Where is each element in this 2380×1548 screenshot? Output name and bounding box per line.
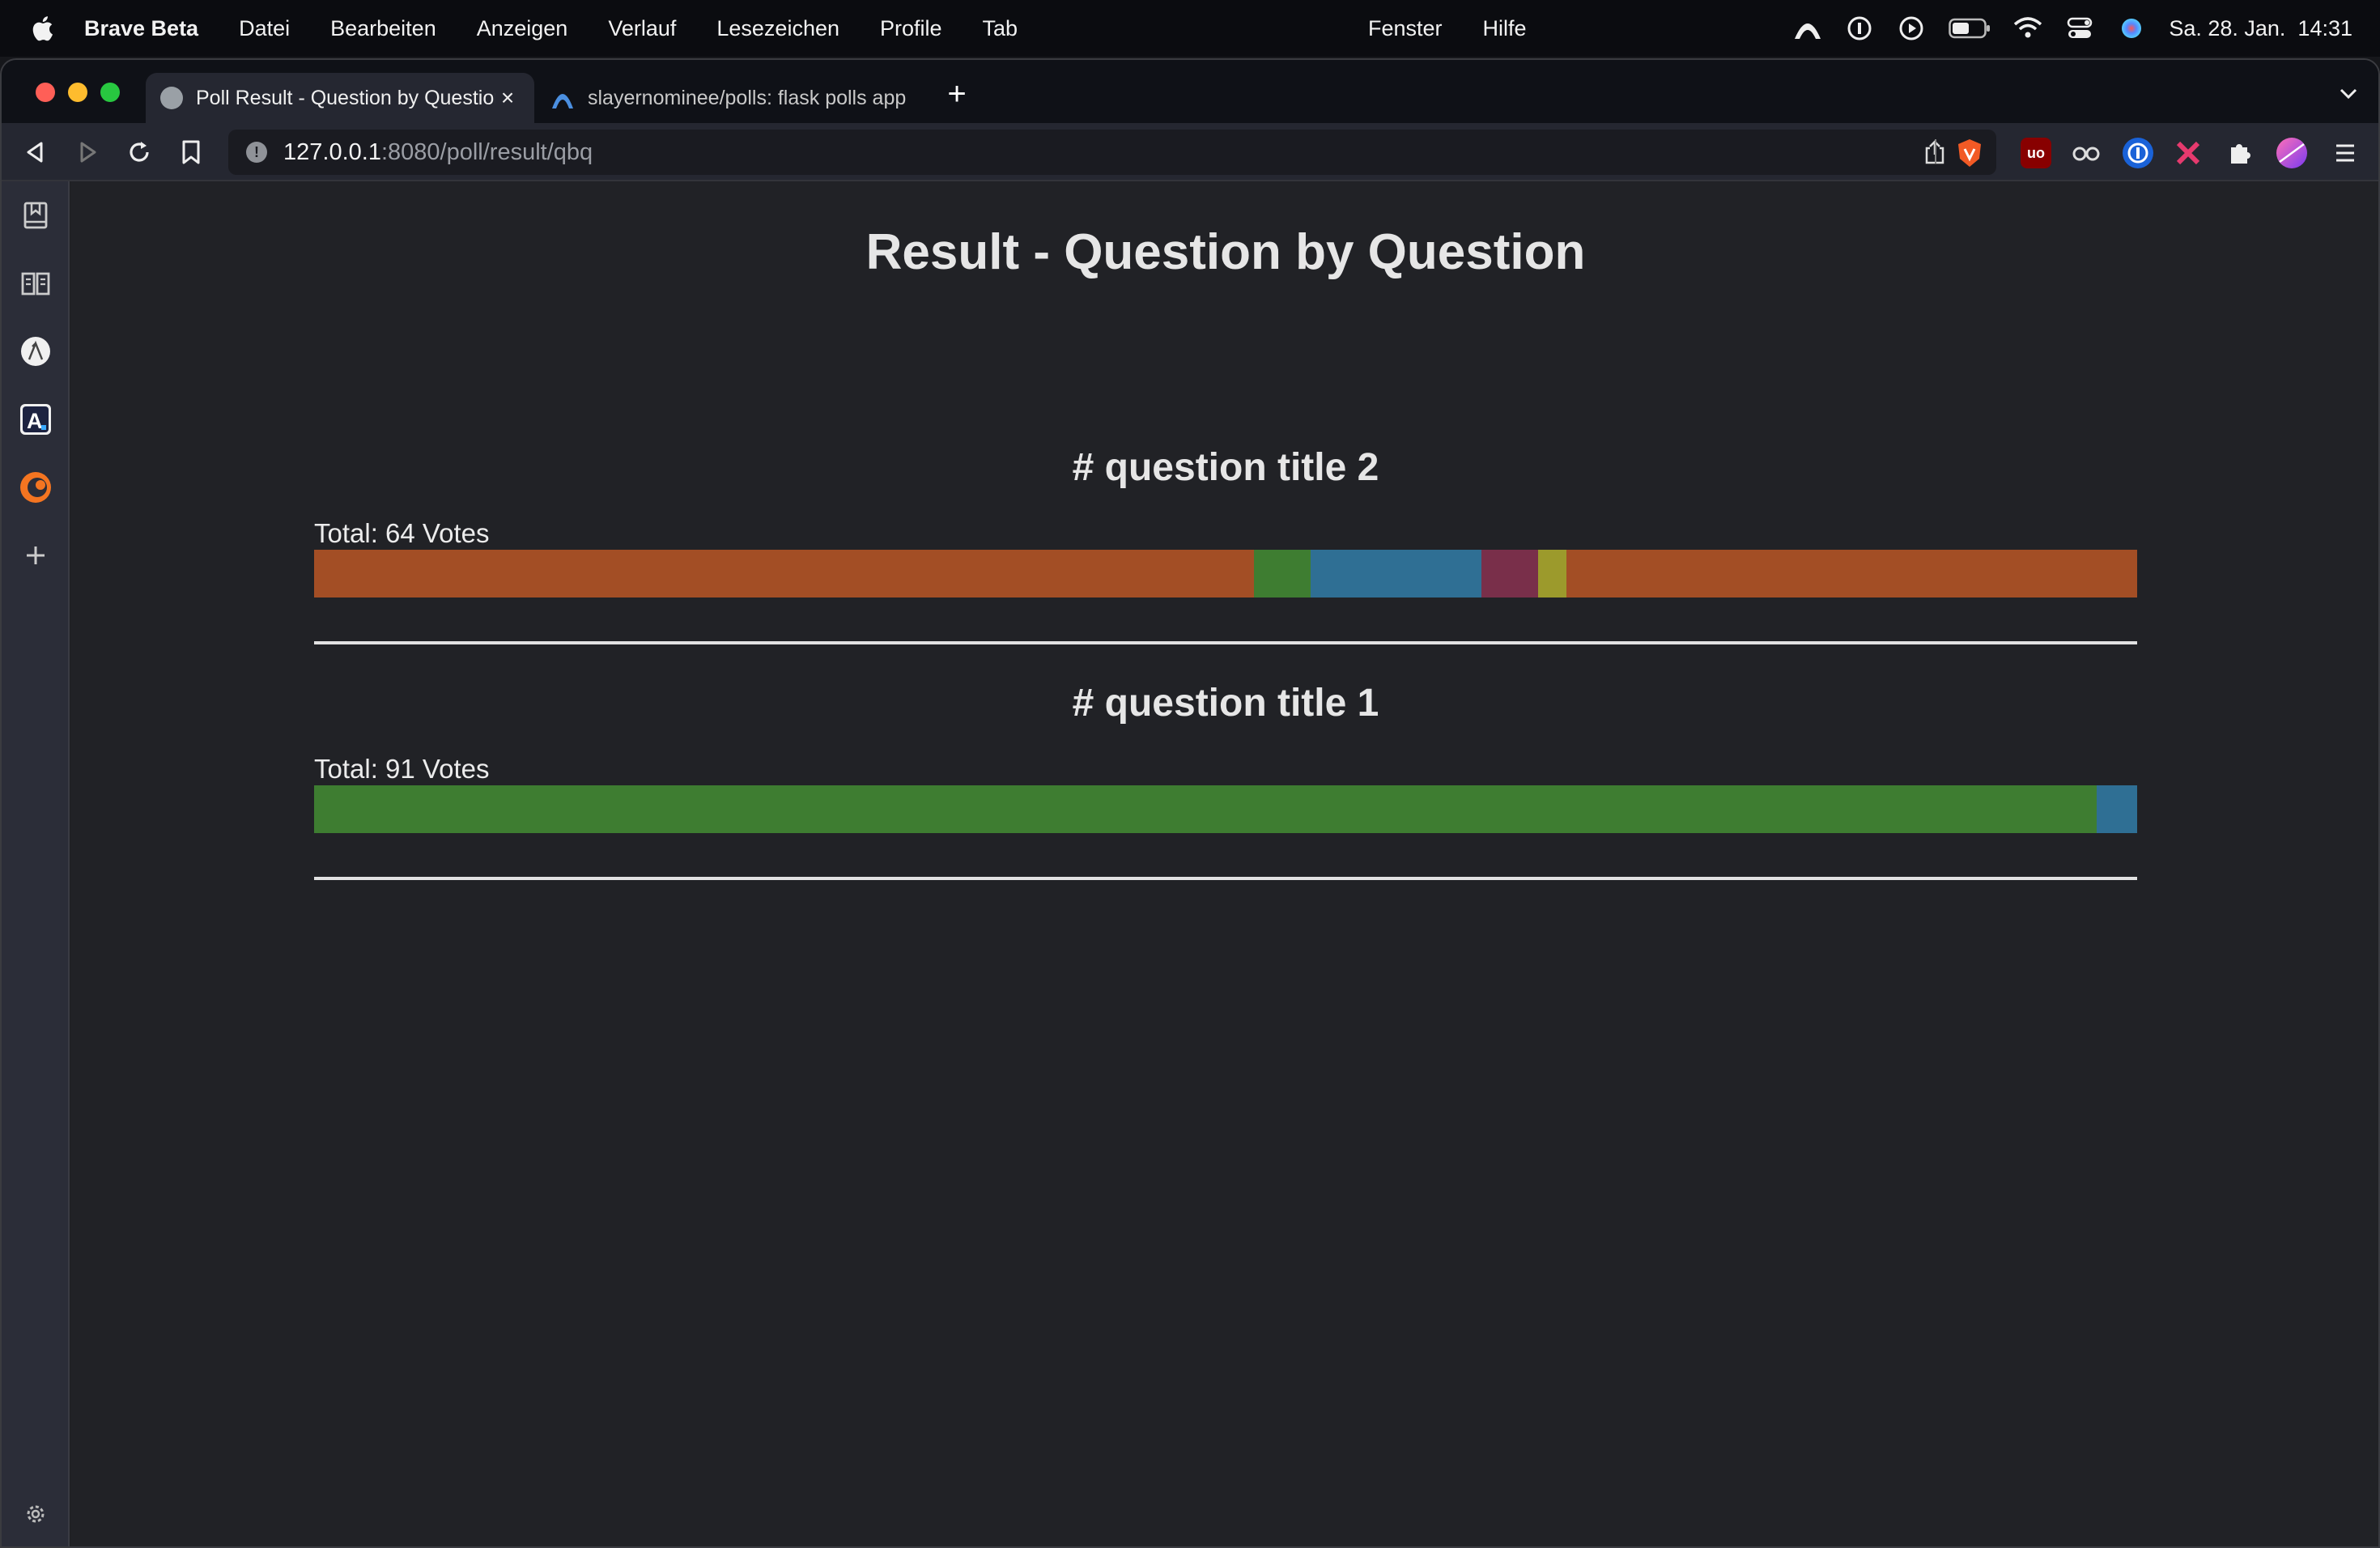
- vote-segment: [1311, 550, 1481, 598]
- question-title: # question title 1: [1072, 682, 1379, 725]
- lambda-app-icon[interactable]: [18, 334, 53, 369]
- vote-segment: [1481, 550, 1538, 598]
- menu-verlauf[interactable]: Verlauf: [608, 16, 676, 41]
- page-content: Result - Question by Question # question…: [71, 181, 2378, 1546]
- bookmark-button[interactable]: [176, 138, 206, 167]
- tab-title: Poll Result - Question by Question: [196, 86, 495, 109]
- menu-tab[interactable]: Tab: [983, 16, 1018, 41]
- address-bar-separator: [1935, 139, 1936, 164]
- question-divider: [314, 877, 2137, 880]
- wifi-icon[interactable]: [2013, 14, 2042, 43]
- vote-segment: [1254, 550, 1311, 598]
- close-tab-icon[interactable]: ×: [495, 85, 520, 111]
- close-window-button[interactable]: [36, 83, 55, 102]
- battery-icon[interactable]: [1949, 14, 1991, 43]
- cross-extension-icon[interactable]: [2173, 138, 2204, 168]
- menu-datei[interactable]: Datei: [239, 16, 290, 41]
- crunchyroll-icon[interactable]: [18, 470, 53, 505]
- menu-anzeigen[interactable]: Anzeigen: [477, 16, 568, 41]
- tab-title: slayernominee/polls: flask polls app: [588, 86, 907, 109]
- forward-button[interactable]: [73, 138, 102, 167]
- question-block: # question title 2 Total: 64 Votes: [314, 445, 2137, 644]
- profile-avatar[interactable]: [2276, 138, 2307, 168]
- menubar-clock[interactable]: Sa. 28. Jan. 14:31: [2169, 16, 2352, 41]
- menu-profile[interactable]: Profile: [880, 16, 942, 41]
- vote-segment: [314, 785, 2097, 833]
- main-menu-icon[interactable]: [2330, 138, 2361, 168]
- reload-button[interactable]: [125, 138, 154, 167]
- sidebar: A: [2, 181, 70, 1546]
- tab-poll-result[interactable]: Poll Result - Question by Question ×: [146, 73, 534, 123]
- svg-text:A: A: [27, 409, 43, 433]
- menu-app-name[interactable]: Brave Beta: [84, 16, 198, 41]
- minimize-window-button[interactable]: [68, 83, 87, 102]
- sidebar-settings-gear-icon[interactable]: [18, 1496, 53, 1532]
- a-app-icon[interactable]: A: [18, 402, 53, 437]
- back-button[interactable]: [21, 138, 50, 167]
- menu-hilfe[interactable]: Hilfe: [1483, 16, 1527, 41]
- privacy-glasses-icon[interactable]: [2071, 138, 2102, 168]
- reading-list-icon[interactable]: [18, 266, 53, 301]
- menu-lesezeichen[interactable]: Lesezeichen: [716, 16, 839, 41]
- vote-segment: [314, 550, 1254, 598]
- brave-shields-icon[interactable]: [1954, 138, 1985, 168]
- question-block: # question title 1 Total: 91 Votes: [314, 681, 2137, 880]
- question-total: Total: 64 Votes: [314, 518, 490, 548]
- browser-window: Poll Result - Question by Question × sla…: [0, 58, 2380, 1548]
- vote-segment: [1566, 550, 2137, 598]
- apple-icon[interactable]: [0, 15, 84, 42]
- globe-icon: [160, 87, 183, 109]
- tab-github-polls[interactable]: slayernominee/polls: flask polls app: [536, 73, 921, 123]
- site-info-icon[interactable]: !: [246, 142, 267, 163]
- url-path: :8080/poll/result/qbq: [380, 138, 593, 165]
- menu-fenster[interactable]: Fenster: [1368, 16, 1443, 41]
- onepassword-extension-icon[interactable]: [2123, 138, 2153, 168]
- menu-bearbeiten[interactable]: Bearbeiten: [330, 16, 436, 41]
- vote-segment: [1538, 550, 1566, 598]
- add-sidebar-item-icon[interactable]: [18, 538, 53, 573]
- vote-distribution-bar: [314, 785, 2137, 833]
- tab-list-chevron-icon[interactable]: [2336, 81, 2361, 105]
- vote-distribution-bar: [314, 550, 2137, 598]
- address-bar[interactable]: ! 127.0.0.1:8080/poll/result/qbq: [228, 130, 1996, 175]
- question-divider: [314, 641, 2137, 644]
- control-center-icon[interactable]: [2065, 14, 2094, 43]
- arc-status-icon[interactable]: [1793, 14, 1822, 43]
- page-title: Result - Question by Question: [865, 224, 1586, 280]
- toolbar: ! 127.0.0.1:8080/poll/result/qbq uo: [2, 123, 2378, 181]
- bookmarks-sidebar-icon[interactable]: [18, 198, 53, 233]
- question-total: Total: 91 Votes: [314, 754, 490, 784]
- siri-icon[interactable]: [2117, 14, 2146, 43]
- play-status-icon[interactable]: [1897, 14, 1926, 43]
- new-tab-button[interactable]: +: [941, 78, 973, 110]
- ublock-origin-icon[interactable]: uo: [2021, 138, 2051, 168]
- arc-icon: [550, 86, 575, 110]
- onepassword-status-icon[interactable]: [1845, 14, 1874, 43]
- zoom-window-button[interactable]: [100, 83, 120, 102]
- tab-strip: Poll Result - Question by Question × sla…: [2, 60, 2378, 123]
- question-title: # question title 2: [1072, 446, 1379, 489]
- vote-segment: [2097, 785, 2137, 833]
- extensions-puzzle-icon[interactable]: [2225, 138, 2255, 168]
- url-host: 127.0.0.1: [283, 138, 381, 165]
- menu-bar: Brave Beta Datei Bearbeiten Anzeigen Ver…: [0, 0, 2380, 57]
